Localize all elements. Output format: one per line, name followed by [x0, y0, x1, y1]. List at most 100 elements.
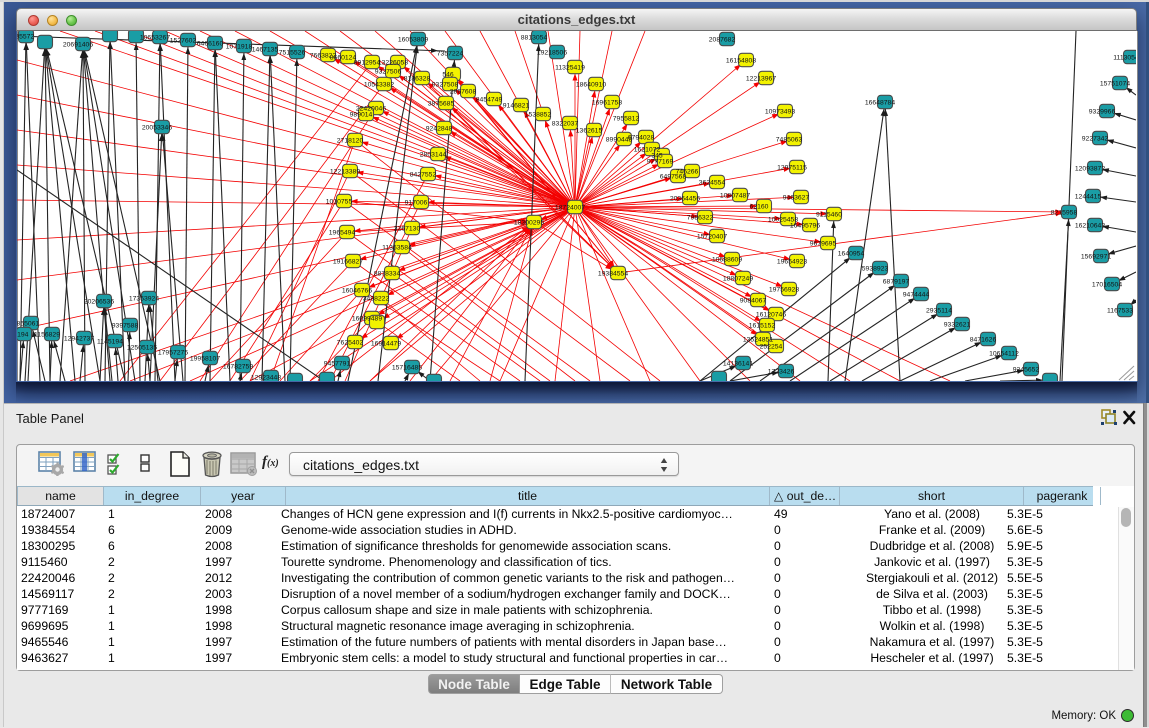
svg-text:62160: 62160 — [750, 204, 769, 211]
svg-text:3624554: 3624554 — [699, 180, 726, 187]
svg-text:9329966: 9329966 — [1089, 109, 1116, 116]
svg-text:8427552: 8427552 — [410, 172, 437, 179]
svg-text:12505135: 12505135 — [127, 345, 157, 352]
svg-text:13524851: 13524851 — [743, 337, 773, 344]
svg-text:20053346: 20053346 — [142, 125, 172, 132]
svg-text:1113054: 1113054 — [1113, 55, 1136, 62]
svg-text:989014: 989014 — [350, 112, 373, 119]
svg-text:2935114: 2935114 — [926, 308, 952, 315]
svg-text:1362615: 1362615 — [576, 128, 603, 135]
svg-text:1405572: 1405572 — [17, 34, 34, 41]
svg-text:7515526: 7515526 — [279, 50, 306, 57]
svg-text:917006: 917006 — [405, 200, 428, 207]
svg-text:9457791: 9457791 — [324, 361, 351, 368]
svg-text:16961758: 16961758 — [592, 100, 622, 107]
svg-text:3267130: 3267130 — [394, 226, 421, 233]
svg-text:3875685: 3875685 — [428, 101, 455, 108]
svg-text:1010755: 1010755 — [326, 199, 353, 206]
svg-text:10688609: 10688609 — [712, 257, 742, 264]
svg-text:10543382: 10543382 — [364, 82, 394, 89]
svg-text:1167533: 1167533 — [1107, 308, 1133, 315]
svg-text:15751074: 15751074 — [1100, 81, 1130, 88]
svg-text:7955812: 7955812 — [613, 116, 640, 123]
svg-text:12942737: 12942737 — [64, 336, 94, 343]
svg-text:7485063: 7485063 — [776, 137, 803, 144]
svg-text:10973493: 10973493 — [765, 109, 795, 116]
svg-text:1467135: 1467135 — [252, 47, 279, 54]
svg-text:7357224: 7357224 — [437, 51, 464, 58]
svg-text:1145194: 1145194 — [97, 339, 123, 346]
svg-text:12923448: 12923448 — [251, 375, 281, 382]
svg-text:6466160: 6466160 — [197, 41, 224, 48]
svg-text:6879197: 6879197 — [883, 279, 910, 286]
svg-text:9146821: 9146821 — [503, 103, 530, 110]
svg-text:19654923: 19654923 — [777, 259, 807, 266]
svg-text:15720407: 15720407 — [697, 234, 727, 241]
svg-text:17353924: 17353924 — [129, 296, 159, 303]
svg-text:7625402: 7625402 — [337, 340, 364, 347]
svg-text:20206536: 20206536 — [84, 299, 114, 306]
svg-text:18807249: 18807249 — [723, 276, 753, 283]
svg-text:8878334: 8878334 — [374, 271, 401, 278]
svg-text:1615152: 1615152 — [749, 323, 776, 330]
svg-text:10653267: 10653267 — [140, 35, 170, 42]
svg-text:10807487: 10807487 — [720, 193, 750, 200]
svg-text:20691406: 20691406 — [63, 42, 93, 49]
svg-text:8660124: 8660124 — [330, 55, 357, 62]
svg-text:8215958: 8215958 — [1051, 210, 1078, 217]
svg-text:9327506: 9327506 — [375, 69, 402, 76]
svg-text:8471626: 8471626 — [970, 337, 997, 344]
svg-text:17016504: 17016504 — [1092, 282, 1122, 289]
svg-text:20364456: 20364456 — [670, 196, 700, 203]
svg-text:1855061: 1855061 — [17, 321, 39, 328]
svg-text:6794028: 6794028 — [628, 135, 655, 142]
svg-text:19756928: 19756928 — [769, 287, 799, 294]
svg-text:19958107: 19958107 — [190, 356, 220, 363]
svg-text:1071918: 1071918 — [226, 44, 253, 51]
svg-text:252254: 252254 — [760, 344, 783, 351]
svg-text:18300295: 18300295 — [514, 220, 544, 227]
svg-text:12093872: 12093872 — [1075, 166, 1105, 173]
svg-text:9474444: 9474444 — [903, 292, 930, 299]
svg-text:8322037: 8322037 — [552, 121, 579, 128]
svg-text:1640954: 1640954 — [838, 251, 865, 258]
svg-text:3498222: 3498222 — [363, 296, 390, 303]
svg-text:12213967: 12213967 — [746, 76, 776, 83]
svg-text:13226058: 13226058 — [378, 60, 408, 67]
svg-text:9245652: 9245652 — [1013, 367, 1040, 374]
svg-text:16495796: 16495796 — [790, 223, 820, 230]
svg-text:2087682: 2087682 — [709, 37, 736, 44]
svg-text:746266: 746266 — [676, 169, 699, 176]
svg-text:15716485: 15716485 — [392, 365, 422, 372]
svg-text:16154808: 16154808 — [726, 58, 756, 65]
svg-text:19384554: 19384554 — [598, 271, 628, 278]
svg-text:9332621: 9332621 — [944, 322, 971, 329]
svg-text:12975115: 12975115 — [777, 165, 807, 172]
svg-text:16046766: 16046766 — [342, 288, 372, 295]
svg-text:19218506: 19218506 — [537, 50, 567, 57]
svg-text:16120746: 16120746 — [756, 312, 786, 319]
svg-text:1156829: 1156829 — [34, 332, 60, 339]
svg-text:2867608: 2867608 — [450, 89, 477, 96]
svg-text:16782759: 16782759 — [223, 364, 253, 371]
svg-text:1733426: 1733426 — [768, 369, 795, 376]
svg-text:19166827: 19166827 — [333, 259, 363, 266]
svg-text:8186328: 8186328 — [404, 76, 431, 83]
svg-text:15692971: 15692971 — [1081, 254, 1111, 261]
svg-text:9397588: 9397588 — [112, 323, 139, 330]
svg-text:8813054: 8813054 — [521, 35, 548, 42]
svg-text:9227342: 9227342 — [1082, 136, 1109, 143]
svg-text:18724007: 18724007 — [555, 205, 585, 212]
svg-text:16099489: 16099489 — [352, 316, 382, 323]
svg-text:1965494: 1965494 — [329, 230, 356, 237]
svg-text:39194: 39194 — [17, 332, 29, 339]
svg-text:18640910: 18640910 — [576, 82, 606, 89]
svg-text:16914479: 16914479 — [371, 341, 401, 348]
svg-text:11325419: 11325419 — [555, 65, 585, 72]
svg-text:1244415: 1244415 — [1075, 194, 1102, 201]
svg-text:546: 546 — [442, 72, 454, 79]
svg-text:9115460: 9115460 — [816, 212, 842, 219]
svg-text:16210643: 16210643 — [1075, 223, 1105, 230]
svg-text:12213389: 12213389 — [330, 169, 360, 176]
svg-text:5938923: 5938923 — [862, 266, 889, 273]
